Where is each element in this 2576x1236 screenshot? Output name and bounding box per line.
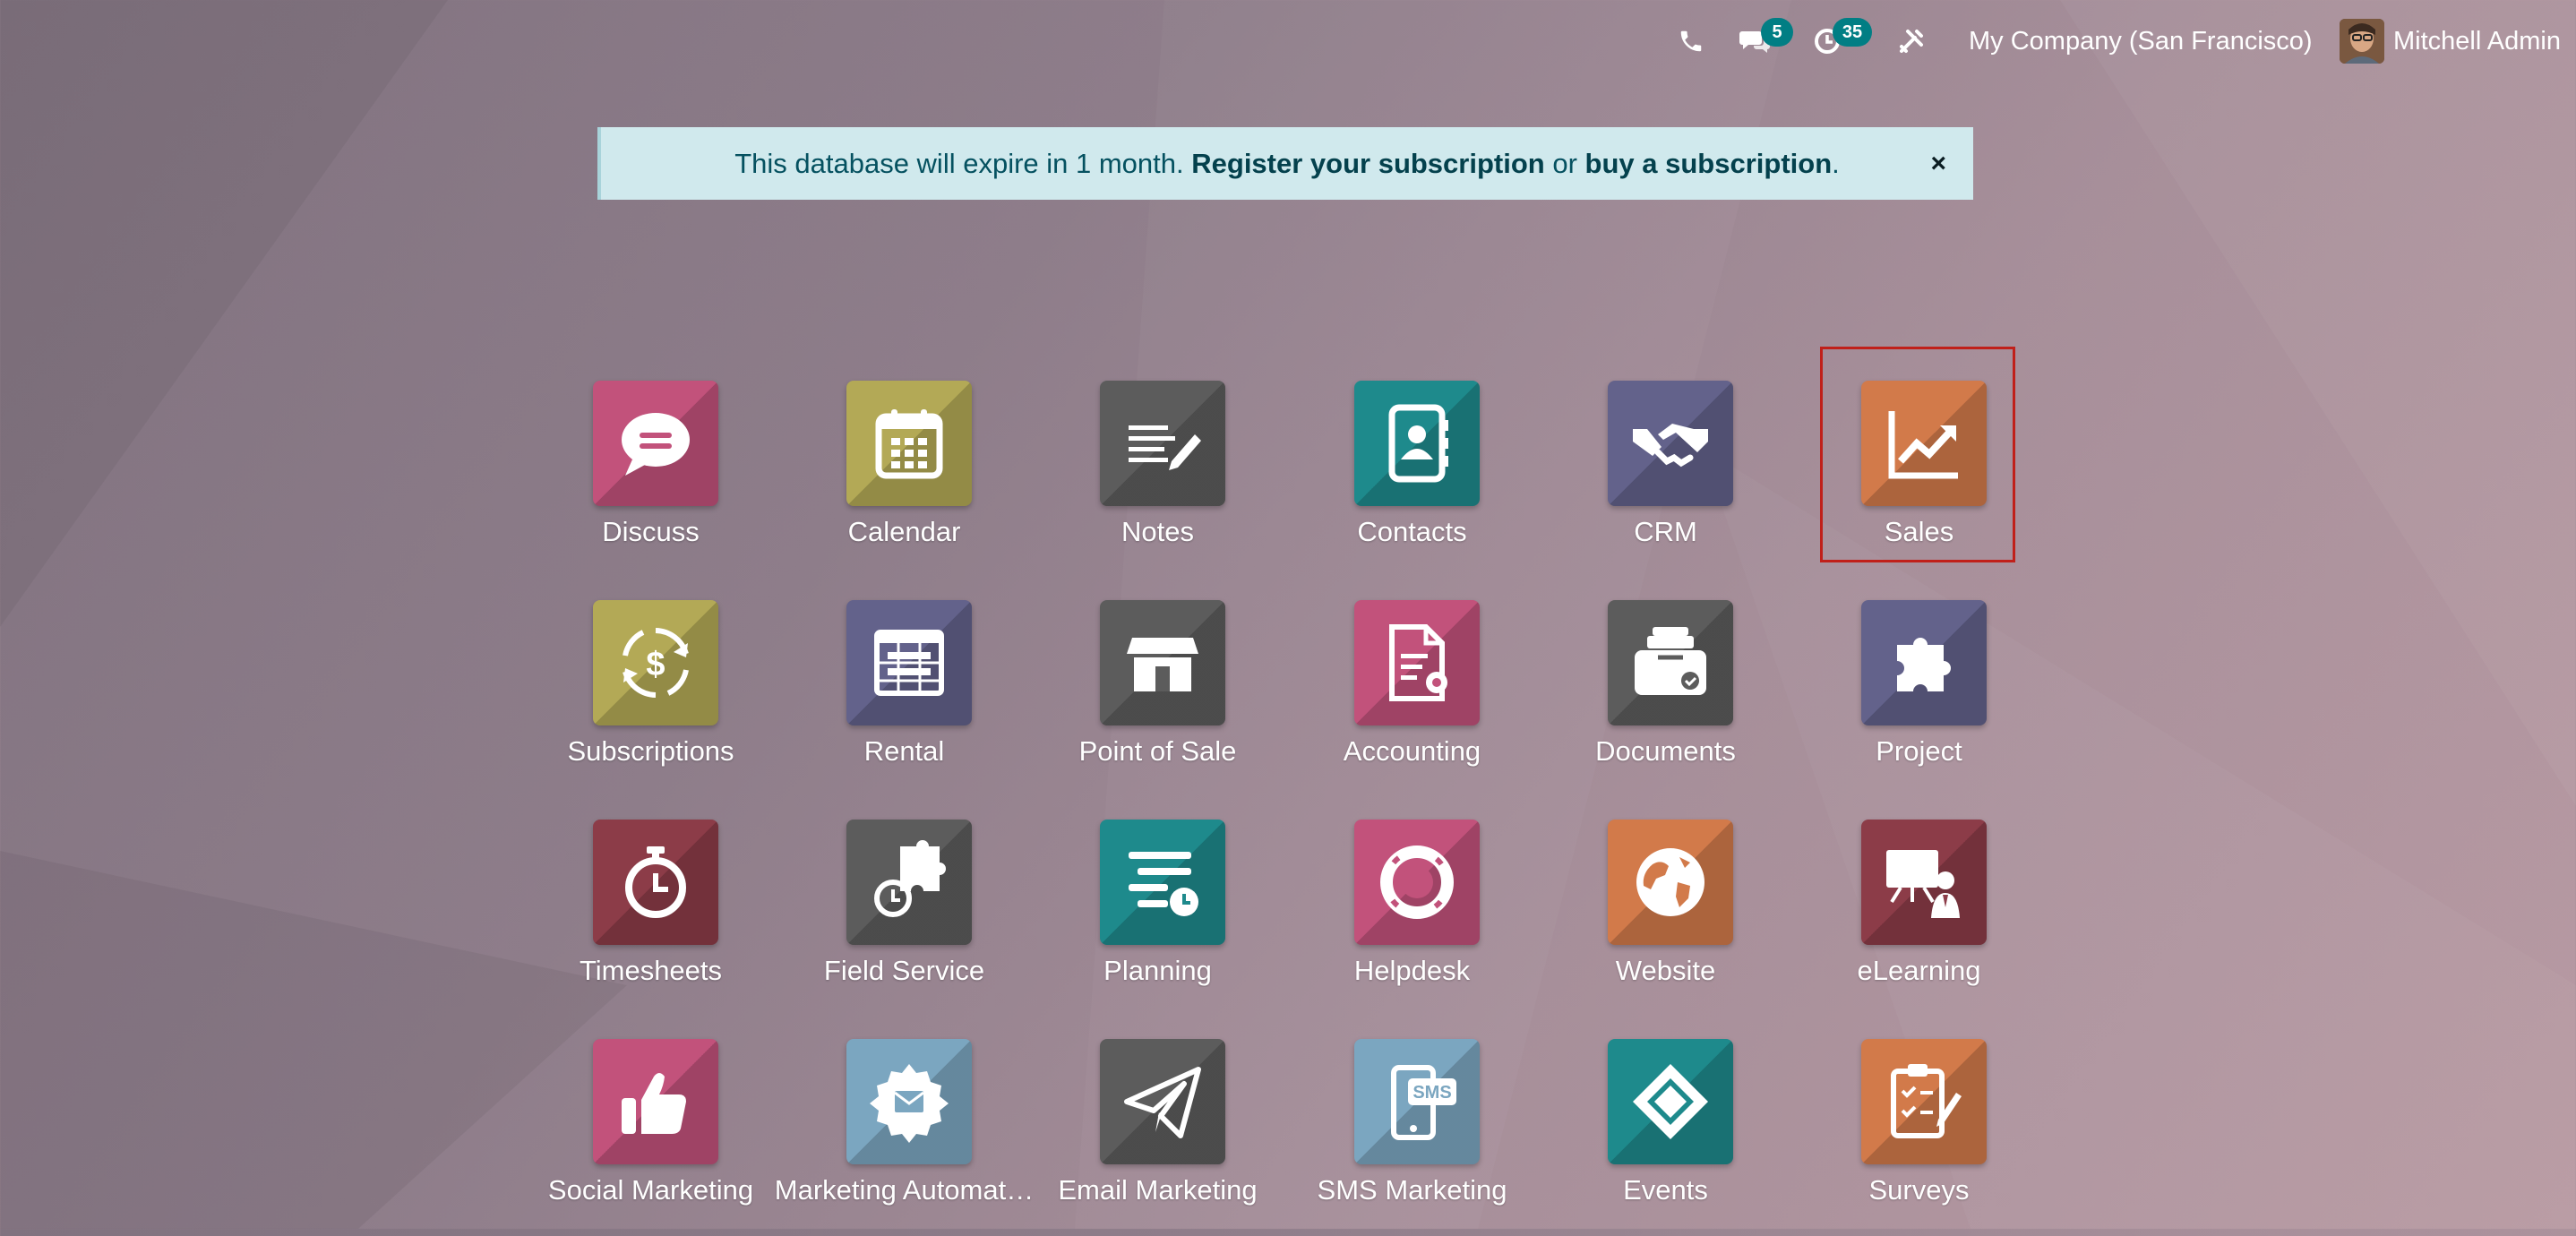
app-events[interactable]: Events (1539, 1039, 1792, 1236)
app-tile (1100, 600, 1225, 725)
app-tile (846, 381, 972, 506)
app-crm[interactable]: CRM (1539, 381, 1792, 578)
tools-icon[interactable] (1897, 20, 1926, 63)
banner-close-button[interactable]: × (1930, 149, 1946, 179)
sms-phone-icon: SMS (1391, 1065, 1456, 1140)
app-tile: $ (593, 600, 718, 725)
puzzle-stopwatch-icon (874, 840, 946, 917)
recurring-dollar-icon: $ (623, 628, 689, 698)
app-tile (1608, 381, 1733, 506)
app-calendar[interactable]: Calendar (777, 381, 1031, 578)
avatar (2340, 19, 2384, 64)
banner-or-text: or (1552, 147, 1577, 179)
app-sales[interactable]: Sales (1792, 381, 2046, 578)
planning-icon (1129, 852, 1198, 916)
app-tile (593, 820, 718, 945)
app-tile (1608, 820, 1733, 945)
ticket-icon (1633, 1064, 1708, 1139)
user-name: Mitchell Admin (2393, 26, 2561, 56)
app-label: Sales (1884, 516, 1954, 547)
app-website[interactable]: Website (1539, 820, 1792, 1017)
messages-button[interactable]: 5 (1739, 18, 1793, 63)
app-tile (1861, 600, 1987, 725)
shop-icon (1127, 638, 1198, 691)
app-tile (1354, 820, 1480, 945)
app-accounting[interactable]: Accounting (1285, 600, 1539, 797)
app-point-of-sale[interactable]: Point of Sale (1031, 600, 1284, 797)
banner-period: . (1832, 147, 1840, 179)
app-elearning[interactable]: eLearning (1792, 820, 2046, 1017)
svg-text:$: $ (646, 646, 665, 683)
puzzle-icon (1897, 638, 1951, 691)
sales-chart-icon (1888, 411, 1958, 479)
app-discuss[interactable]: Discuss (524, 381, 777, 578)
app-tile (1861, 381, 1987, 506)
app-tile (1861, 1039, 1987, 1164)
app-tile (1100, 1039, 1225, 1164)
app-timesheets[interactable]: Timesheets (524, 820, 777, 1017)
expiration-banner: This database will expire in 1 month. Re… (597, 127, 1973, 200)
app-tile (1354, 600, 1480, 725)
document-gear-icon (1389, 624, 1447, 701)
thumbs-up-icon (622, 1073, 686, 1134)
app-tile (1100, 820, 1225, 945)
rental-table-icon (874, 630, 944, 696)
address-book-icon (1388, 404, 1448, 483)
presentation-icon (1886, 850, 1960, 918)
top-navbar: 5 35 My Company (San Francisco) Mitchell… (0, 0, 2576, 82)
app-social-marketing[interactable]: Social Marketing (524, 1039, 777, 1236)
chat-bubble-icon (622, 413, 690, 476)
calendar-icon (875, 409, 943, 479)
gear-envelope-icon (870, 1064, 949, 1143)
app-label: eLearning (1857, 955, 1981, 986)
globe-icon (1636, 848, 1704, 916)
activities-badge: 35 (1833, 18, 1872, 47)
clipboard-check-icon (1891, 1064, 1962, 1138)
app-contacts[interactable]: Contacts (1285, 381, 1539, 578)
lifebuoy-icon (1380, 845, 1454, 919)
app-subscriptions[interactable]: $ Subscriptions (524, 600, 777, 797)
app-project[interactable]: Project (1792, 600, 2046, 797)
app-marketing-automat[interactable]: Marketing Automat… (775, 1039, 1034, 1236)
app-email-marketing[interactable]: Email Marketing (1031, 1039, 1284, 1236)
app-label: Surveys (1868, 1174, 1970, 1206)
app-tile (593, 1039, 718, 1164)
svg-text:SMS: SMS (1413, 1083, 1451, 1103)
app-surveys[interactable]: Surveys (1792, 1039, 2046, 1236)
app-tile (846, 1039, 972, 1164)
messages-badge: 5 (1761, 18, 1793, 47)
phone-icon[interactable] (1678, 20, 1704, 63)
app-planning[interactable]: Planning (1031, 820, 1284, 1017)
handshake-icon (1633, 424, 1708, 468)
app-tile (1100, 381, 1225, 506)
banner-text: This database will expire in 1 month. (734, 147, 1184, 179)
app-tile (846, 820, 972, 945)
app-notes[interactable]: Notes (1031, 381, 1284, 578)
company-switcher[interactable]: My Company (San Francisco) (1969, 20, 2313, 63)
app-tile (593, 381, 718, 506)
app-tile: SMS (1354, 1039, 1480, 1164)
user-menu[interactable]: Mitchell Admin (2340, 19, 2561, 64)
app-tile (1861, 820, 1987, 945)
app-documents[interactable]: Documents (1539, 600, 1792, 797)
buy-subscription-link[interactable]: buy a subscription (1585, 148, 1833, 180)
app-rental[interactable]: Rental (777, 600, 1031, 797)
app-tile (1608, 1039, 1733, 1164)
paper-plane-icon (1124, 1067, 1201, 1138)
stopwatch-icon (625, 846, 686, 918)
app-helpdesk[interactable]: Helpdesk (1285, 820, 1539, 1017)
app-label: Project (1876, 735, 1962, 767)
app-field-service[interactable]: Field Service (777, 820, 1031, 1017)
notes-icon (1129, 425, 1201, 470)
activities-button[interactable]: 35 (1813, 18, 1872, 63)
app-sms-marketing[interactable]: SMS SMS Marketing (1285, 1039, 1539, 1236)
register-subscription-link[interactable]: Register your subscription (1191, 148, 1544, 180)
inbox-tray-icon (1635, 627, 1706, 695)
app-tile (846, 600, 972, 725)
app-tile (1354, 381, 1480, 506)
app-tile (1608, 600, 1733, 725)
